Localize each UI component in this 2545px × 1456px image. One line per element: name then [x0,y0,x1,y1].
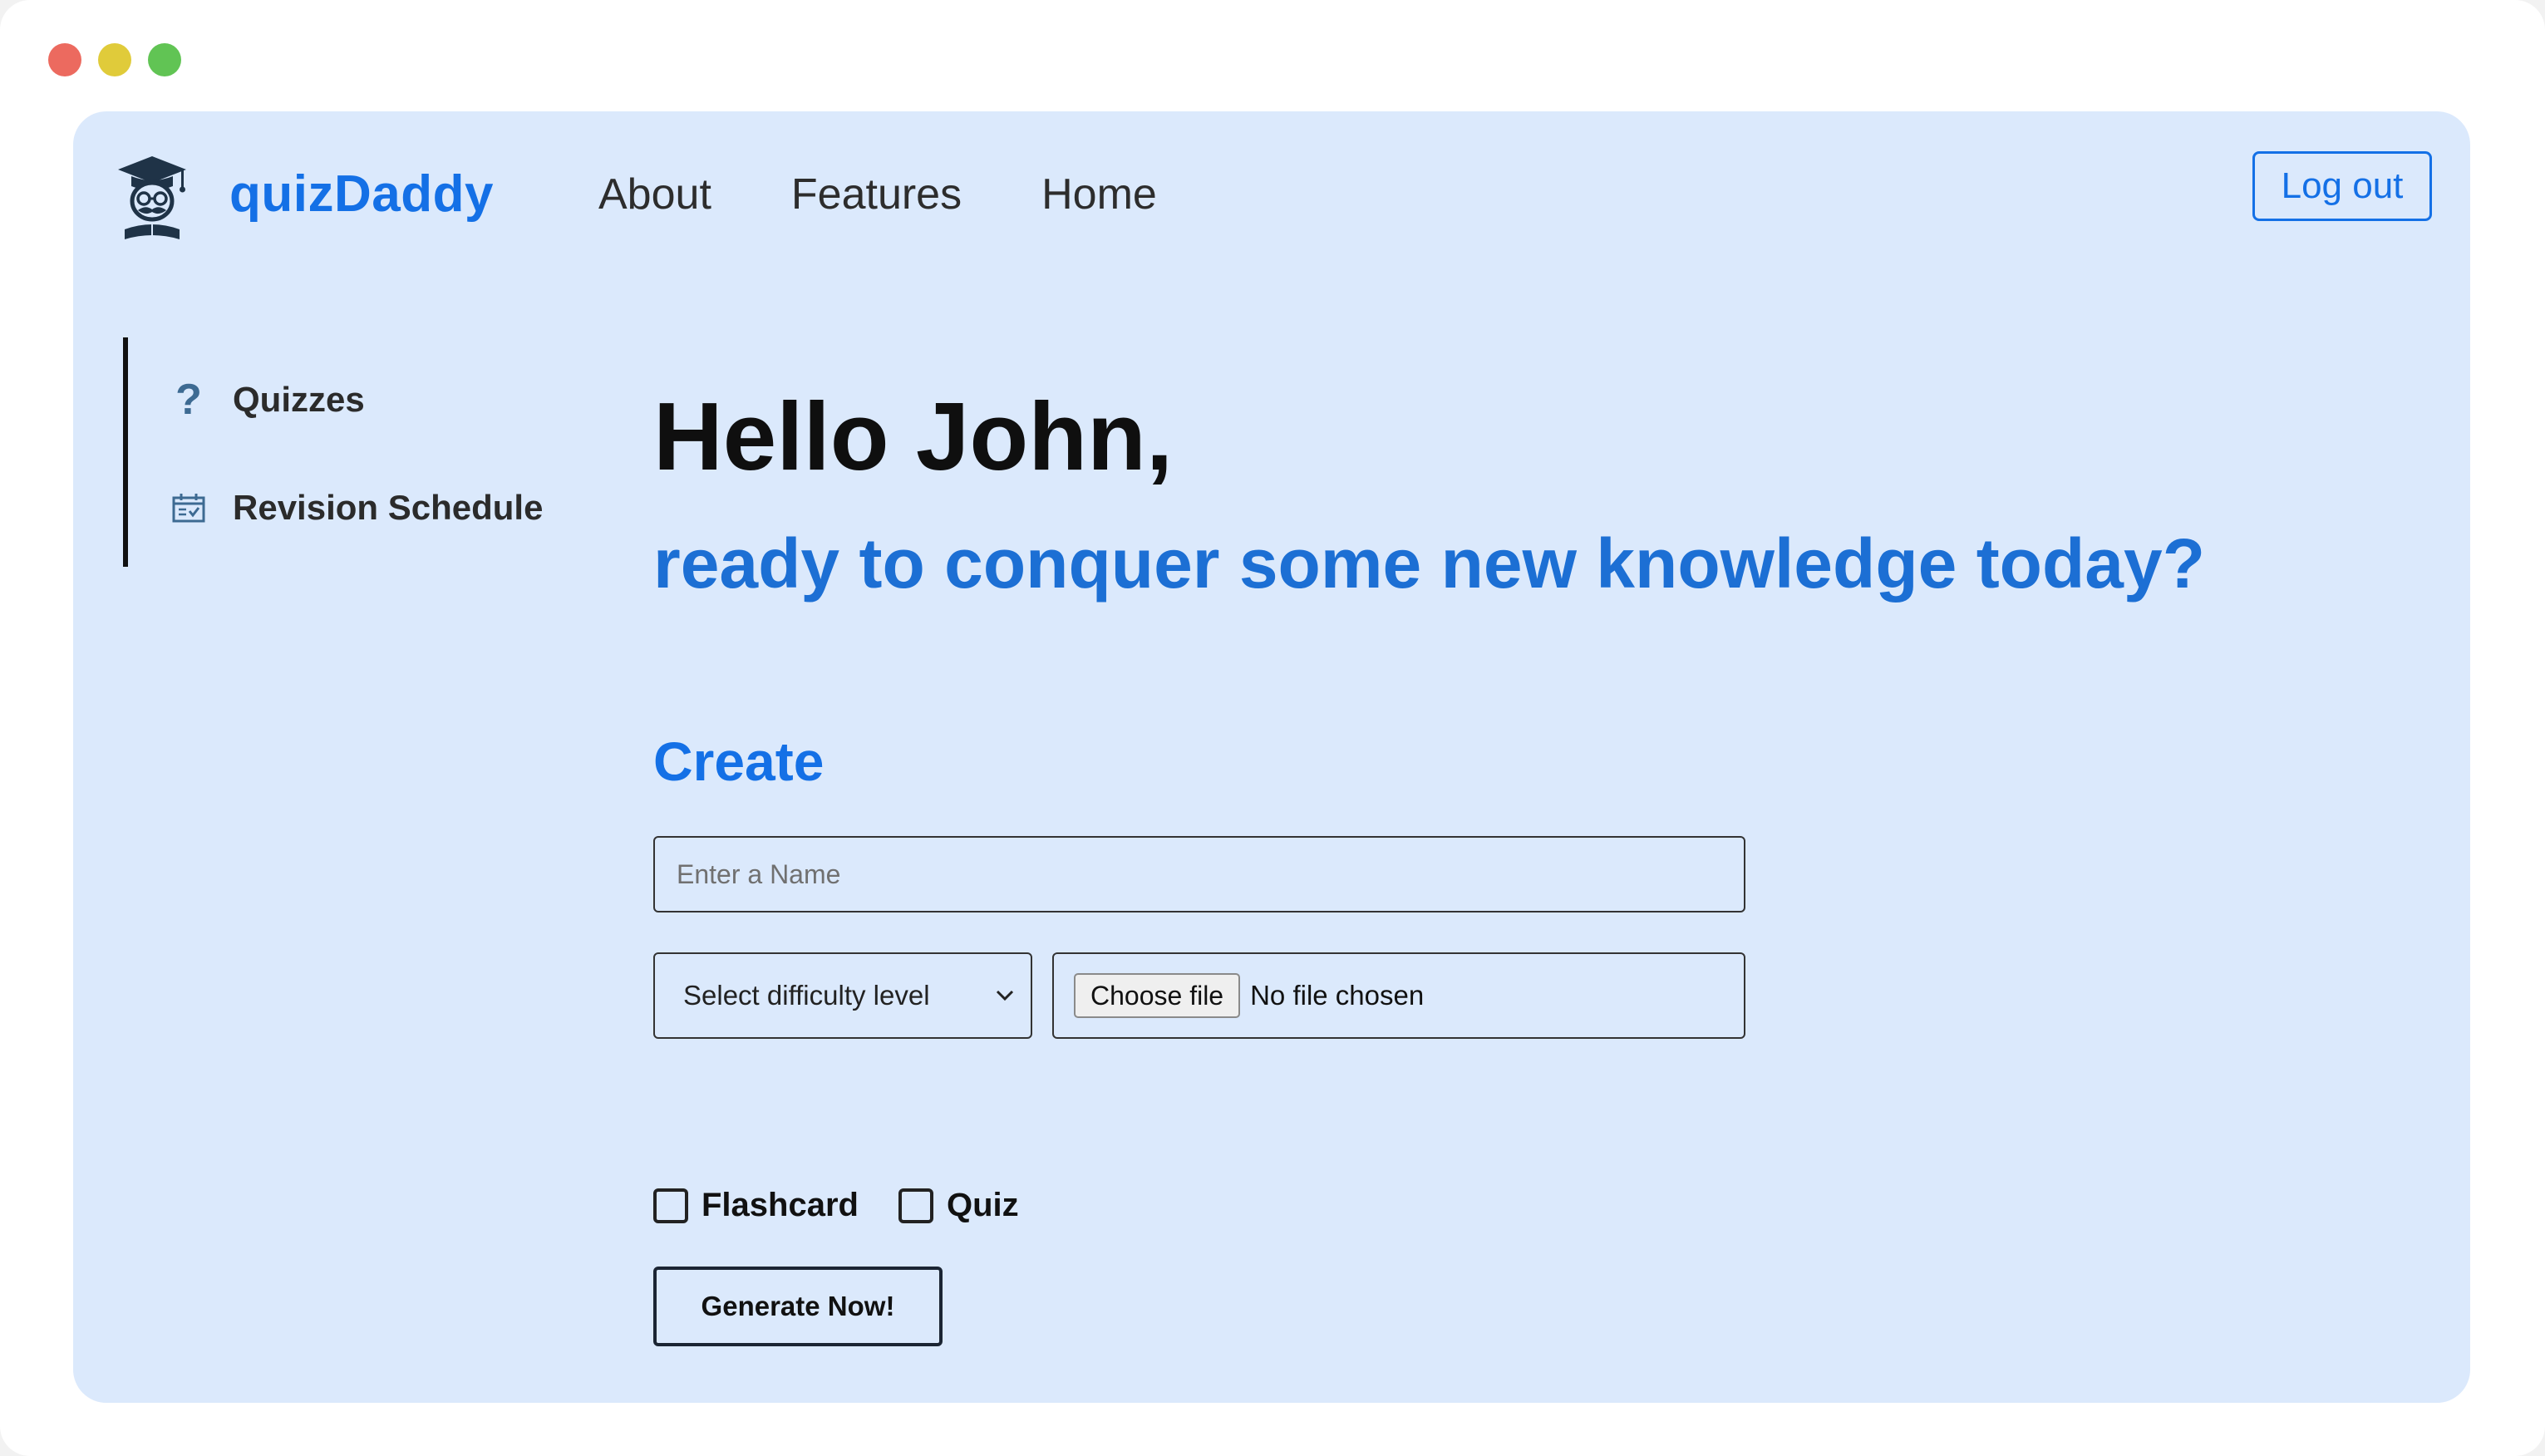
chevron-down-icon [996,990,1014,1001]
logout-button[interactable]: Log out [2252,151,2432,221]
sidebar-item-revision-schedule[interactable]: Revision Schedule [168,487,543,529]
output-type-options: Flashcard Quiz [653,1187,1019,1224]
file-status-text: No file chosen [1250,980,1425,1011]
file-upload-field: Choose file No file chosen [1052,952,1745,1039]
difficulty-select-value: Select difficulty level [683,980,930,1011]
calendar-check-icon [168,487,209,529]
generate-now-button[interactable]: Generate Now! [653,1267,943,1346]
top-nav: About Features Home [598,170,1157,219]
window-controls [48,43,181,76]
browser-window: quizDaddy About Features Home Log out ? … [0,0,2545,1456]
greeting-subtitle: ready to conquer some new knowledge toda… [653,524,2206,603]
sidebar-item-label: Quizzes [233,380,365,419]
choose-file-button[interactable]: Choose file [1074,973,1241,1018]
nav-features[interactable]: Features [791,170,962,219]
sidebar-indicator [123,337,128,567]
greeting-heading: Hello John, [653,382,1174,490]
create-heading: Create [653,730,825,792]
quiz-checkbox[interactable] [898,1188,933,1223]
name-input[interactable] [653,836,1745,912]
flashcard-checkbox-label[interactable]: Flashcard [701,1187,859,1224]
flashcard-checkbox[interactable] [653,1188,688,1223]
sidebar-item-label: Revision Schedule [233,488,544,527]
graduate-mustache-logo-icon[interactable] [116,153,188,244]
difficulty-select[interactable]: Select difficulty level [653,952,1032,1039]
app-container: quizDaddy About Features Home Log out ? … [73,111,2470,1403]
maximize-window-button[interactable] [148,43,181,76]
nav-home[interactable]: Home [1041,170,1157,219]
minimize-window-button[interactable] [98,43,131,76]
quiz-checkbox-label[interactable]: Quiz [947,1187,1019,1224]
nav-about[interactable]: About [598,170,711,219]
question-mark-icon: ? [175,376,202,424]
sidebar-item-quizzes[interactable]: ? Quizzes [168,376,365,424]
brand-name[interactable]: quizDaddy [229,165,494,224]
close-window-button[interactable] [48,43,81,76]
